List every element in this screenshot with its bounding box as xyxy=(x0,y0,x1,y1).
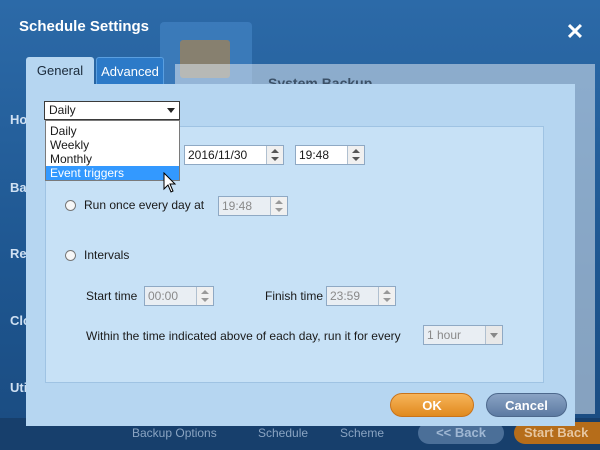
interval-start-value: 00:00 xyxy=(148,289,179,303)
run-once-time-value: 19:48 xyxy=(222,199,253,213)
option-event-triggers[interactable]: Event triggers xyxy=(46,166,179,180)
chevron-down-icon[interactable] xyxy=(485,326,502,344)
start-time-label: Start time xyxy=(86,289,138,303)
run-once-label: Run once every day at xyxy=(84,198,205,212)
interval-finish-field[interactable]: 23:59 xyxy=(326,286,396,306)
ok-button[interactable]: OK xyxy=(390,393,474,417)
start-date-spinner[interactable] xyxy=(266,146,283,164)
interval-start-field[interactable]: 00:00 xyxy=(144,286,214,306)
start-time-value: 19:48 xyxy=(299,148,330,162)
close-icon[interactable]: ✕ xyxy=(565,21,585,43)
option-monthly[interactable]: Monthly xyxy=(46,152,179,166)
option-daily[interactable]: Daily xyxy=(46,124,179,138)
schedule-type-selected: Daily xyxy=(49,103,76,117)
start-date-field[interactable]: 2016/11/30 xyxy=(184,145,284,165)
schedule-type-select[interactable]: Daily xyxy=(44,101,180,120)
interval-start-spinner[interactable] xyxy=(196,287,213,305)
schedule-type-dropdown: Daily Weekly Monthly Event triggers xyxy=(45,120,180,181)
finish-time-label: Finish time xyxy=(265,289,324,303)
dialog-title-bar: Schedule Settings ✕ xyxy=(0,0,600,56)
within-time-label: Within the time indicated above of each … xyxy=(86,329,401,343)
run-once-time-spinner[interactable] xyxy=(270,197,287,215)
run-once-radio[interactable] xyxy=(65,200,76,211)
chevron-down-icon xyxy=(167,108,175,113)
start-time-field[interactable]: 19:48 xyxy=(295,145,365,165)
interval-finish-spinner[interactable] xyxy=(378,287,395,305)
interval-finish-value: 23:59 xyxy=(330,289,361,303)
intervals-label: Intervals xyxy=(84,248,130,262)
mouse-cursor-icon xyxy=(163,172,177,193)
tab-general[interactable]: General xyxy=(26,57,94,84)
start-time-spinner[interactable] xyxy=(347,146,364,164)
tab-advanced[interactable]: Advanced xyxy=(96,57,164,84)
option-weekly[interactable]: Weekly xyxy=(46,138,179,152)
run-once-time-field[interactable]: 19:48 xyxy=(218,196,288,216)
dialog-title: Schedule Settings xyxy=(19,18,150,35)
interval-every-value: 1 hour xyxy=(427,328,462,342)
cancel-button[interactable]: Cancel xyxy=(486,393,567,417)
interval-every-select[interactable]: 1 hour xyxy=(423,325,503,345)
schedule-settings-dialog: Schedule Settings ✕ General Advanced 201… xyxy=(0,0,600,450)
intervals-radio[interactable] xyxy=(65,250,76,261)
start-date-value: 2016/11/30 xyxy=(188,148,248,162)
